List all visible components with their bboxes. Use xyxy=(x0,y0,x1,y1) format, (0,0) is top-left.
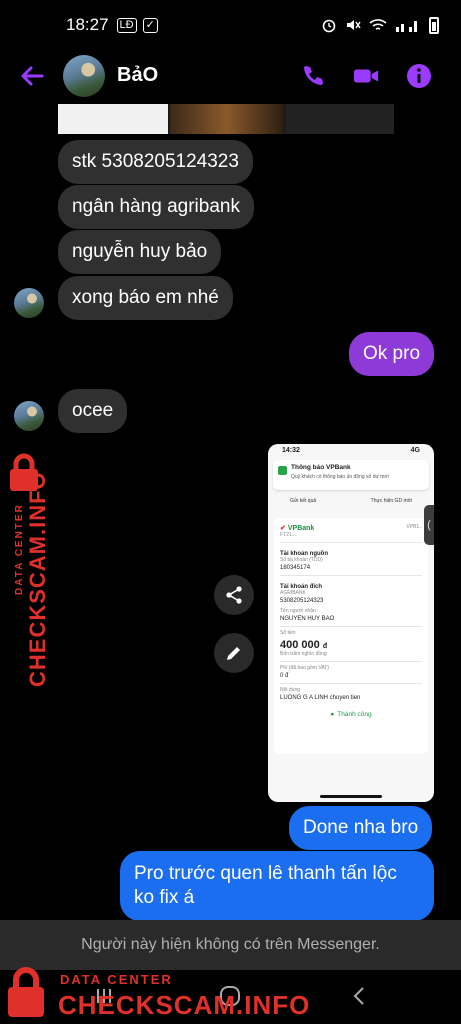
pencil-icon xyxy=(227,645,242,660)
transfer-receipt-image[interactable]: 14:32 4G Thông báo VPBank Quý khách có t… xyxy=(268,444,434,802)
sender-avatar[interactable] xyxy=(14,288,44,318)
check-icon: ✓ xyxy=(142,17,158,33)
contact-avatar[interactable] xyxy=(63,55,105,97)
share-icon xyxy=(226,586,242,604)
phone-call-icon[interactable] xyxy=(300,63,326,89)
back-icon[interactable] xyxy=(348,984,372,1008)
message-bubble-incoming[interactable]: nguyễn huy bảo xyxy=(58,230,222,274)
lock-icon xyxy=(8,967,44,1017)
shared-image-partial[interactable] xyxy=(58,104,394,134)
signal-icon xyxy=(396,21,417,32)
watermark-text: DATA CENTER CHECKSCAM.INFO xyxy=(14,471,50,687)
message-bubble-outgoing[interactable]: Pro trước quen lê thanh tấn lộc ko fix á xyxy=(120,851,434,921)
edge-panel-handle[interactable]: ( xyxy=(424,505,434,545)
receiver-name: NGUYEN HUY BAO xyxy=(280,616,335,622)
watermark-side: DATA CENTER CHECKSCAM.INFO xyxy=(0,452,50,687)
transfer-status: Thành công xyxy=(280,711,422,718)
vpbank-logo-icon xyxy=(278,466,287,475)
edit-button[interactable] xyxy=(214,633,254,673)
message-bubble-incoming[interactable]: ngân hàng agribank xyxy=(58,185,254,229)
message-bubble-outgoing[interactable]: Ok pro xyxy=(349,332,435,376)
receipt-card: VPBank VPB1.. FT21... Tài khoản nguồn Số… xyxy=(274,518,428,754)
receipt-status-bar: 14:32 4G xyxy=(282,447,420,454)
message-bubble-incoming[interactable]: stk 5308205124323 xyxy=(58,140,253,184)
shared-image-segment xyxy=(286,104,394,134)
shared-image-segment xyxy=(58,104,168,134)
status-system-icons xyxy=(321,16,439,34)
alarm-icon xyxy=(322,19,336,33)
shared-image-segment xyxy=(170,104,283,134)
source-account: 180345174 xyxy=(280,565,311,571)
notification-icon: LĐ xyxy=(116,17,137,33)
status-bar: 18:27 LĐ ✓ xyxy=(0,0,461,50)
destination-account: 5308205124323 xyxy=(280,598,324,604)
status-time: 18:27 xyxy=(66,15,109,34)
sender-avatar[interactable] xyxy=(14,401,44,431)
transfer-amount: 400 000 đ xyxy=(280,639,328,651)
message-bubble-incoming[interactable]: ocee xyxy=(58,389,128,433)
watermark-bottom: DATA CENTER CHECKSCAM.INFO xyxy=(4,962,309,1024)
contact-name[interactable]: BảO xyxy=(117,64,158,87)
receipt-actions: Gửi kết quả Thực hiện GD mới xyxy=(290,498,412,504)
back-arrow-icon[interactable] xyxy=(18,62,46,90)
message-bubble-incoming[interactable]: xong báo em nhé xyxy=(58,276,233,320)
message-bubble-outgoing[interactable]: Done nha bro xyxy=(289,806,433,850)
video-call-icon[interactable] xyxy=(353,63,379,89)
mute-icon xyxy=(347,20,361,30)
wifi-icon xyxy=(369,19,387,30)
info-icon[interactable] xyxy=(406,63,432,89)
receipt-notification: Thông báo VPBank Quý khách có thông báo … xyxy=(273,460,429,490)
chat-header: BảO xyxy=(0,50,461,102)
status-notification-icons: LĐ ✓ xyxy=(116,17,158,33)
home-indicator xyxy=(320,795,382,798)
share-button[interactable] xyxy=(214,575,254,615)
battery-icon xyxy=(429,16,439,34)
bank-name: VPBank xyxy=(280,524,314,532)
